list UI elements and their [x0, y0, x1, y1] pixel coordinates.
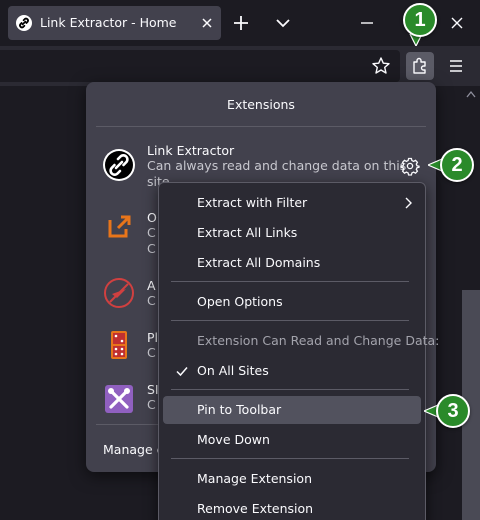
- menu-divider: [171, 320, 409, 321]
- extension-name: Pl: [147, 330, 159, 345]
- extension-item-4[interactable]: Pl C: [100, 328, 160, 362]
- extension-context-menu: Extract with Filter Extract All Links Ex…: [158, 182, 440, 520]
- plus-icon[interactable]: [228, 10, 254, 36]
- gear-icon[interactable]: [400, 156, 420, 176]
- callout-badge: 2: [440, 148, 474, 182]
- menu-item-permission-header: Extension Can Read and Change Data:: [197, 333, 440, 348]
- tools-icon: [105, 385, 133, 413]
- menu-item-remove-extension[interactable]: Remove Extension: [163, 495, 421, 520]
- url-bar[interactable]: [0, 50, 400, 82]
- extension-description: Can always read and change data on this: [147, 158, 407, 173]
- puzzle-icon: [413, 57, 426, 74]
- callout-badge: 1: [403, 3, 437, 37]
- menu-item-on-all-sites[interactable]: On All Sites: [163, 357, 421, 385]
- extension-name: Link Extractor: [147, 143, 235, 158]
- link-icon: [103, 149, 135, 181]
- checkmark-icon: [176, 367, 188, 377]
- star-icon[interactable]: [367, 52, 395, 80]
- callout-badge: 3: [436, 394, 470, 428]
- extension-description: C: [147, 293, 156, 308]
- extension-name: A: [147, 278, 156, 293]
- airplane-icon: [104, 278, 134, 308]
- hamburger-icon[interactable]: [442, 52, 470, 80]
- extension-item-2[interactable]: O C C: [100, 206, 160, 256]
- extension-description: C: [147, 345, 156, 360]
- menu-item-extract-all-links[interactable]: Extract All Links: [163, 219, 421, 247]
- extension-description: C: [147, 225, 156, 240]
- extension-name: SI: [147, 382, 159, 397]
- extensions-button[interactable]: [406, 52, 434, 80]
- dice-icon: [111, 331, 127, 359]
- tab-title: Link Extractor - Home: [40, 15, 177, 30]
- link-icon: [16, 15, 32, 31]
- menu-item-move-down[interactable]: Move Down: [163, 426, 421, 454]
- menu-item-manage-extension[interactable]: Manage Extension: [163, 465, 421, 493]
- extension-item-3[interactable]: A C: [100, 274, 160, 308]
- menu-divider: [171, 458, 409, 459]
- menu-divider: [171, 281, 409, 282]
- extension-name: O: [147, 210, 157, 225]
- close-window-icon[interactable]: [444, 10, 470, 36]
- divider: [96, 126, 426, 127]
- close-tab-icon[interactable]: [199, 15, 215, 31]
- menu-item-pin-to-toolbar[interactable]: Pin to Toolbar: [163, 396, 421, 424]
- open-external-icon: [108, 215, 131, 238]
- menu-divider: [171, 389, 409, 390]
- chevron-right-icon: [405, 197, 412, 209]
- chevron-down-icon[interactable]: [270, 10, 296, 36]
- extension-item-5[interactable]: SI C: [100, 380, 160, 414]
- menu-item-extract-all-domains[interactable]: Extract All Domains: [163, 249, 421, 277]
- menu-item-extract-with-filter[interactable]: Extract with Filter: [163, 189, 421, 217]
- extension-description: C: [147, 397, 156, 412]
- menu-item-open-options[interactable]: Open Options: [163, 288, 421, 316]
- scroll-up-icon[interactable]: [466, 90, 476, 98]
- panel-title: Extensions: [227, 97, 295, 112]
- extension-description-cont: C: [147, 241, 156, 256]
- tab-link-extractor[interactable]: Link Extractor - Home: [8, 6, 221, 40]
- minimize-icon[interactable]: [354, 10, 380, 36]
